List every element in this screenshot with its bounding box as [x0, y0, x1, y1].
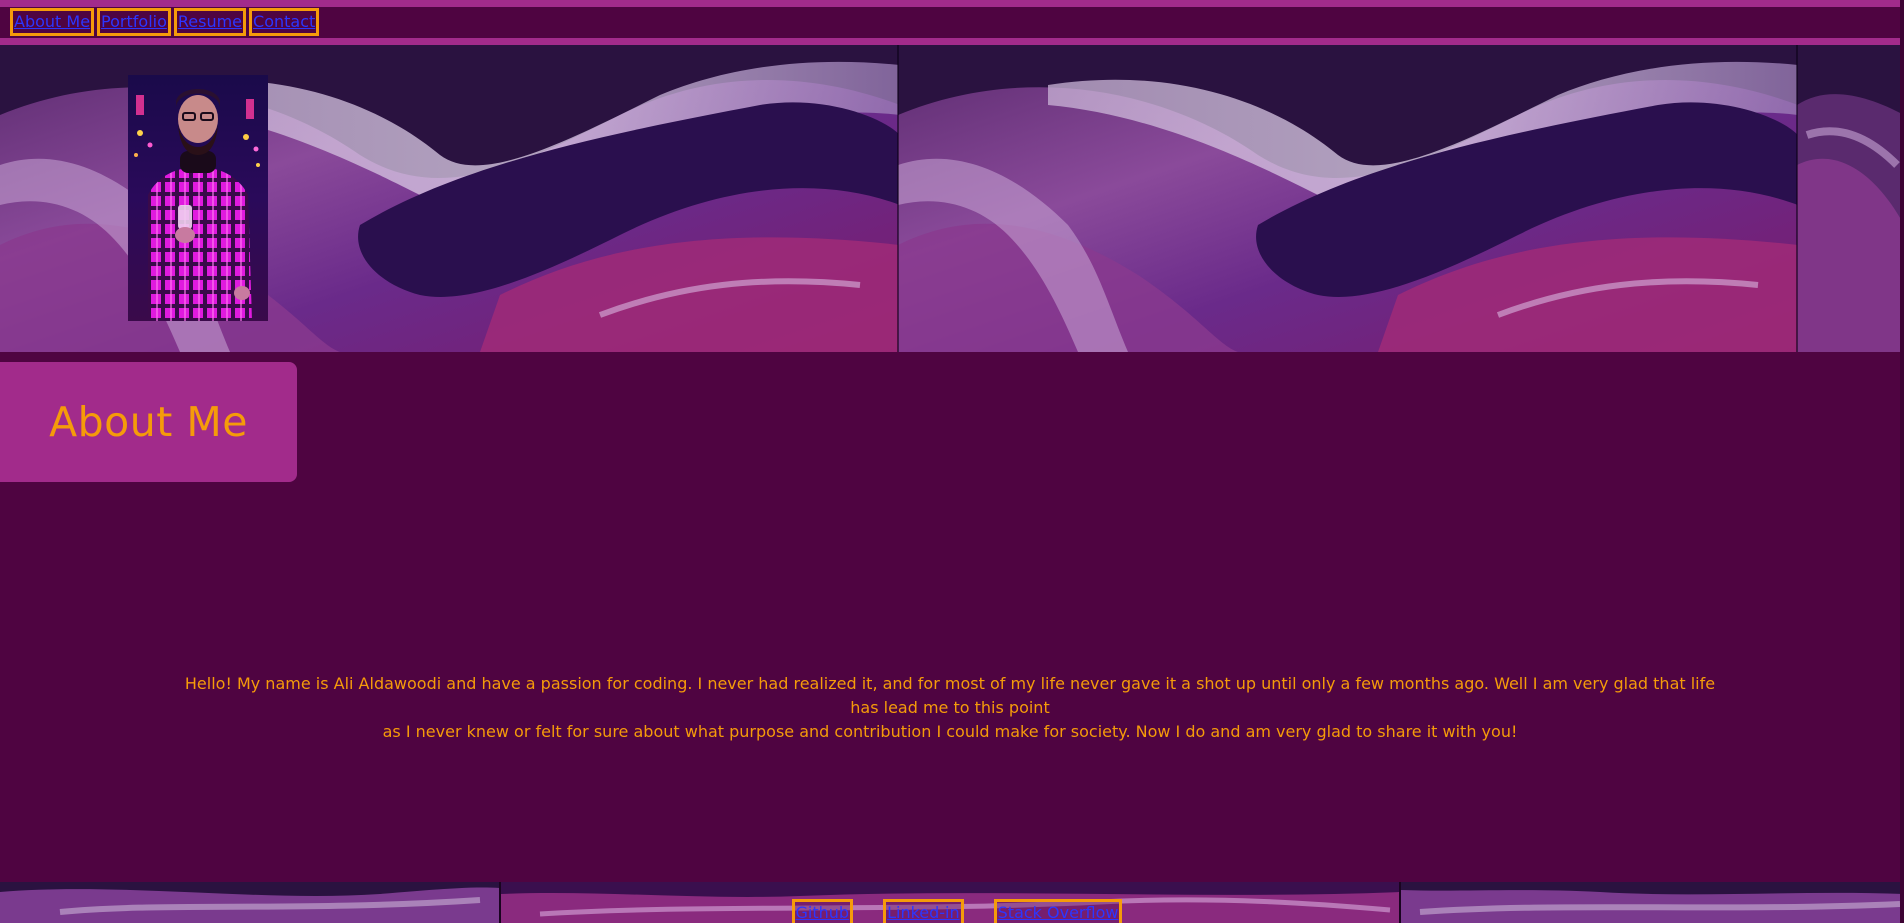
bio-line-1: Hello! My name is Ali Aldawoodi and have… [184, 674, 1716, 717]
hero-seam [897, 45, 899, 352]
nav-link-about-me[interactable]: About Me [10, 8, 95, 36]
marble-texture-image [1797, 45, 1904, 352]
profile-photo [128, 75, 268, 321]
nav-link-portfolio[interactable]: Portfolio [97, 8, 171, 36]
top-accent-strip [0, 0, 1904, 7]
about-me-heading: About Me [49, 398, 248, 446]
nav-link-contact[interactable]: Contact [249, 8, 320, 36]
hero-seam [1796, 45, 1798, 352]
bio-line-2: as I never knew or felt for sure about w… [382, 722, 1518, 741]
footer-links: Github Linked-in Stack Overflow [0, 899, 1904, 923]
hero-tile-2 [898, 45, 1798, 352]
bio-text: Hello! My name is Ali Aldawoodi and have… [170, 672, 1730, 744]
footer-link-github[interactable]: Github [791, 899, 854, 923]
navigation-bar: About Me Portfolio Resume Contact [0, 7, 1904, 41]
footer: Github Linked-in Stack Overflow [0, 882, 1904, 923]
profile-photo-image [128, 75, 268, 321]
right-edge-scrollbar-track [1900, 0, 1904, 923]
hero-banner [0, 45, 1904, 352]
nav-link-resume[interactable]: Resume [173, 8, 247, 36]
about-me-card: About Me [0, 362, 297, 482]
hero-tile-3 [1797, 45, 1904, 352]
marble-texture-image [898, 45, 1798, 352]
nav-links: About Me Portfolio Resume Contact [10, 8, 320, 36]
footer-link-linkedin[interactable]: Linked-in [883, 899, 964, 923]
footer-link-stack-overflow[interactable]: Stack Overflow [993, 899, 1123, 923]
nav-bottom-strip [0, 38, 1904, 45]
